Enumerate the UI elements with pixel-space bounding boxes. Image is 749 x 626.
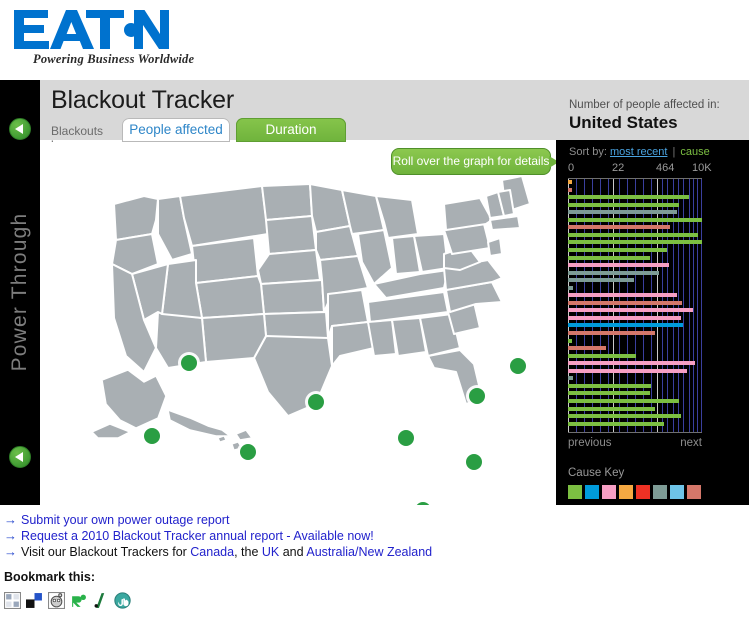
cause-key-swatch[interactable]	[568, 485, 582, 499]
arrow-right-icon: →	[4, 544, 17, 559]
chart-bar[interactable]	[568, 376, 573, 380]
eaton-logo-icon	[14, 10, 169, 49]
chart-bar[interactable]	[568, 203, 679, 207]
chart-bar[interactable]	[568, 278, 634, 282]
eaton-logo[interactable]	[14, 8, 169, 54]
digg-icon[interactable]	[26, 592, 43, 609]
axis-tick-3: 10K	[692, 162, 712, 174]
axis-tick-1: 22	[612, 162, 625, 174]
panel-subtitle: Number of people affected in:	[569, 99, 720, 111]
cause-key-swatch[interactable]	[585, 485, 599, 499]
footer-link-row: → Submit your own power outage report	[4, 512, 744, 528]
cause-key-swatch[interactable]	[619, 485, 633, 499]
chart-bar[interactable]	[568, 195, 689, 199]
chart-bar[interactable]	[568, 225, 670, 229]
chart-bar[interactable]	[568, 361, 695, 365]
chart-bar[interactable]	[568, 301, 682, 305]
chart-bar[interactable]	[568, 263, 669, 267]
footer-link-row: → Visit our Blackout Trackers for Canada,…	[4, 544, 744, 560]
cause-key-swatch[interactable]	[602, 485, 616, 499]
brand-band: Powering Business Worldwide	[0, 0, 749, 80]
chart-bar[interactable]	[568, 323, 683, 327]
chart-bar[interactable]	[568, 240, 702, 244]
chart-bar[interactable]	[568, 346, 606, 350]
map-panel[interactable]	[40, 142, 556, 505]
cause-key-swatch[interactable]	[670, 485, 684, 499]
pagination-previous[interactable]: previous	[568, 437, 611, 449]
cause-key-swatches	[568, 485, 701, 499]
footer-link[interactable]: Submit your own power outage report	[21, 513, 229, 527]
chart-bar[interactable]	[568, 407, 655, 411]
chart-bar[interactable]	[568, 180, 572, 184]
chart-bar[interactable]	[568, 293, 677, 297]
panel-region-title: United States	[569, 113, 678, 132]
footer-text: , the	[234, 545, 262, 559]
brand-tagline: Powering Business Worldwide	[33, 52, 195, 66]
usa-map[interactable]	[40, 142, 556, 505]
technorati-icon[interactable]	[70, 592, 87, 609]
cause-key-swatch[interactable]	[653, 485, 667, 499]
delicious-icon[interactable]	[4, 592, 21, 609]
bookmark-icon-row	[4, 592, 131, 609]
sort-separator: |	[672, 146, 676, 158]
chart-bars[interactable]	[568, 179, 702, 432]
arrow-right-icon: →	[4, 528, 17, 543]
stumbleupon-icon[interactable]	[114, 592, 131, 609]
chart-bar[interactable]	[568, 354, 636, 358]
cause-key-swatch[interactable]	[687, 485, 701, 499]
page-title: Blackout Tracker	[51, 86, 234, 114]
slashdot-icon[interactable]	[92, 592, 109, 609]
chart-bar[interactable]	[568, 316, 681, 320]
sort-label: Sort by:	[569, 146, 607, 158]
chart-bar[interactable]	[568, 308, 693, 312]
tab-duration[interactable]: Duration	[236, 118, 346, 142]
chart-bar[interactable]	[568, 248, 667, 252]
sort-controls: Sort by: most recent | cause	[569, 146, 710, 158]
tab-people-affected[interactable]: People affected	[122, 118, 230, 142]
chart-bar[interactable]	[568, 369, 687, 373]
rail-vertical-label: Power Through	[8, 212, 31, 372]
footer-link[interactable]: Request a 2010 Blackout Tracker annual r…	[21, 529, 374, 543]
chart-bar[interactable]	[568, 422, 664, 426]
chart-bar[interactable]	[568, 271, 659, 275]
chart-bar[interactable]	[568, 256, 650, 260]
footer-link[interactable]: UK	[262, 545, 279, 559]
cause-key-title: Cause Key	[568, 467, 625, 479]
footer-text: Visit our Blackout Trackers for	[21, 545, 191, 559]
chart-bar[interactable]	[568, 399, 679, 403]
chart-bar[interactable]	[568, 210, 677, 214]
chart-panel: Sort by: most recent | cause 0 22 464 10…	[556, 140, 749, 505]
sort-option-most-recent[interactable]: most recent	[610, 146, 667, 158]
chart-x-axis-labels: 0 22 464 10K	[568, 162, 712, 176]
bookmark-heading: Bookmark this:	[4, 570, 95, 584]
sort-option-cause[interactable]: cause	[680, 146, 709, 158]
chart-bar[interactable]	[568, 188, 572, 192]
chart-bar[interactable]	[568, 331, 655, 335]
bar-chart-plot[interactable]	[568, 178, 702, 433]
axis-tick-0: 0	[568, 162, 575, 174]
left-rail: Power Through	[0, 80, 40, 505]
page-root: Powering Business Worldwide Power Throug…	[0, 0, 749, 626]
cause-key-swatch[interactable]	[636, 485, 650, 499]
reddit-icon[interactable]	[48, 592, 65, 609]
panel-header: Number of people affected in: United Sta…	[556, 80, 749, 140]
chart-bar[interactable]	[568, 233, 698, 237]
footer-links: → Submit your own power outage report → Req…	[4, 512, 744, 560]
rail-previous-button-bottom[interactable]	[9, 446, 31, 468]
chart-bar[interactable]	[568, 414, 681, 418]
pagination-next[interactable]: next	[680, 437, 702, 449]
chart-bar[interactable]	[568, 391, 650, 395]
chart-bar[interactable]	[568, 286, 573, 290]
footer-link[interactable]: Australia/New Zealand	[306, 545, 432, 559]
chart-bar[interactable]	[568, 339, 572, 343]
arrow-right-icon: →	[4, 512, 17, 527]
footer-text: and	[279, 545, 307, 559]
chart-bar[interactable]	[568, 384, 651, 388]
footer-link[interactable]: Canada	[190, 545, 234, 559]
map-callout-tooltip: Roll over the graph for details	[391, 148, 559, 175]
axis-tick-2: 464	[656, 162, 675, 174]
chart-bar[interactable]	[568, 218, 702, 222]
footer-link-row: → Request a 2010 Blackout Tracker annual …	[4, 528, 744, 544]
